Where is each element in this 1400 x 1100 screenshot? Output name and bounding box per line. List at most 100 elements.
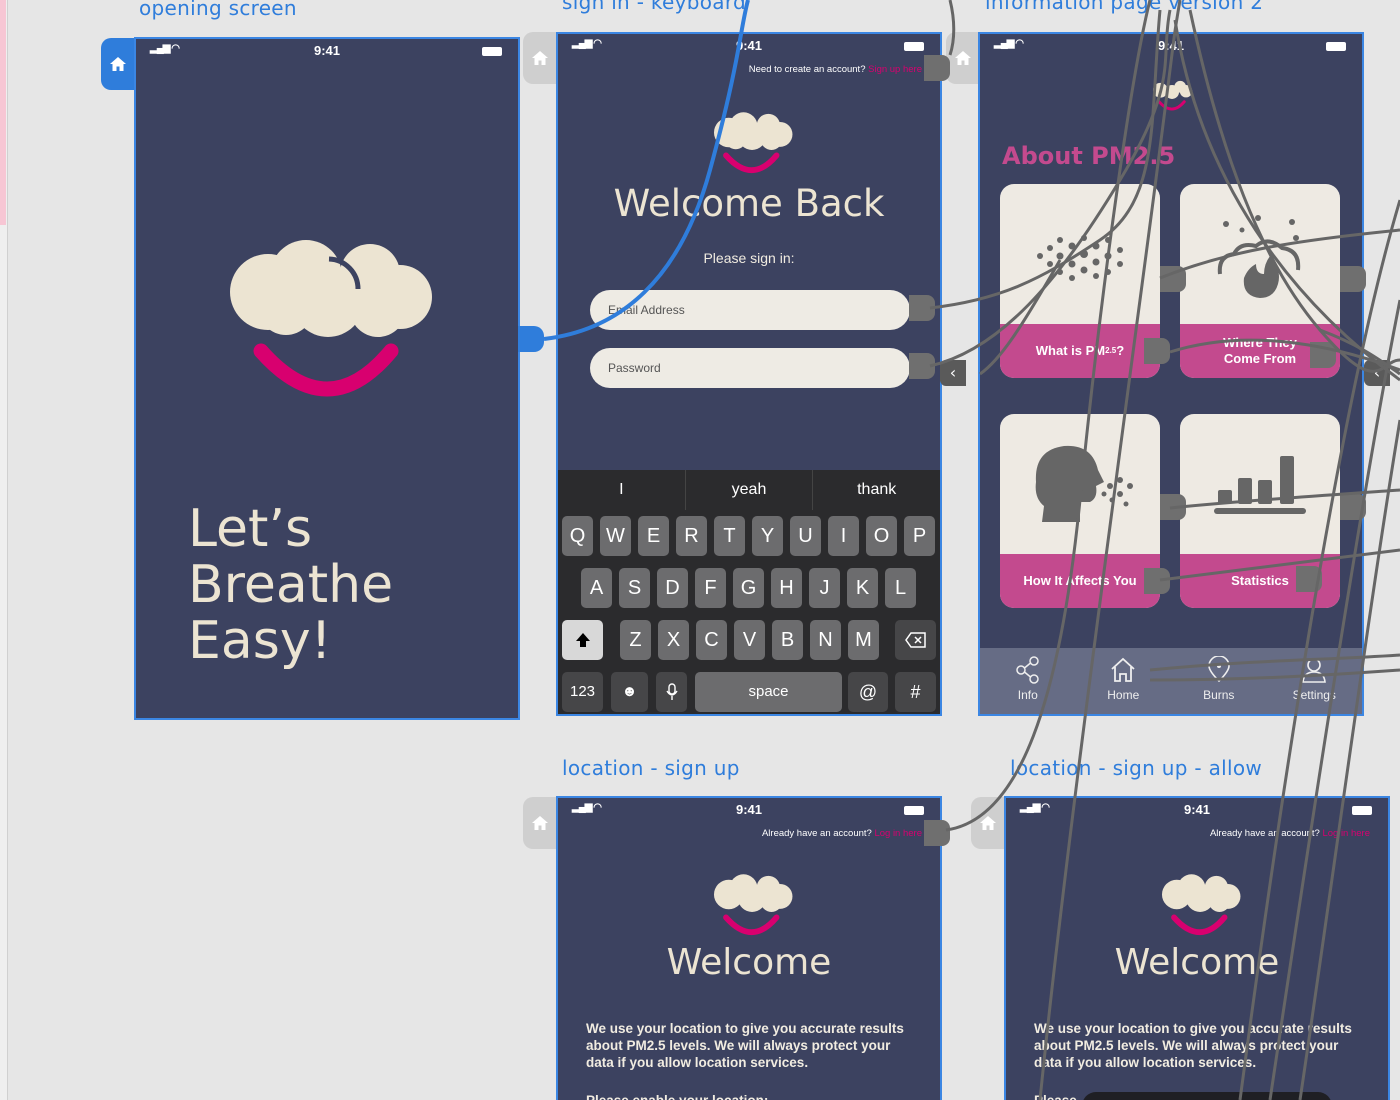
key-a[interactable]: A [581,568,612,608]
tab-label: Home [1107,688,1140,702]
key-t[interactable]: T [714,516,745,556]
artboard-label-location-allow[interactable]: location - sign up - allow [1010,756,1262,780]
login-prompt-text: Already have an account? [761,828,872,839]
key-n[interactable]: N [810,620,841,660]
battery-icon [904,806,924,815]
canvas-left-highlight [0,0,6,225]
artboard-label-signin[interactable]: sign in - keyboard [562,0,746,14]
at-key[interactable]: @ [848,672,888,712]
key-q[interactable]: Q [562,516,593,556]
prototype-link-handle[interactable] [1160,266,1186,292]
prototype-link-handle[interactable] [1340,266,1366,292]
cloud-smile-logo [1152,80,1193,111]
prototype-link-handle[interactable] [1144,568,1170,594]
key-s[interactable]: S [619,568,650,608]
key-l[interactable]: L [885,568,916,608]
key-u[interactable]: U [790,516,821,556]
shift-key[interactable] [562,620,603,660]
prototype-link-handle[interactable] [1310,342,1336,368]
key-r[interactable]: R [676,516,707,556]
phone-opening-screen[interactable]: ▂▄▆ ◠ 9:41 Let’s Breathe Easy! [134,37,520,720]
phone-location-allow[interactable]: ▂▄▆ ◠ 9:41 Already have an account? Log … [1004,796,1390,1100]
prototype-link-handle[interactable] [1160,494,1186,520]
home-screen-icon[interactable] [946,32,980,84]
tab-burns[interactable]: Burns [1171,648,1267,714]
key-z[interactable]: Z [620,620,651,660]
key-v[interactable]: V [734,620,765,660]
tab-info[interactable]: Info [980,648,1076,714]
location-permission-dialog[interactable] [1082,1092,1332,1100]
login-prompt: Already have an account? Log in here [762,828,922,839]
key-k[interactable]: K [847,568,878,608]
home-screen-icon[interactable] [523,32,557,84]
location-pin-icon [1207,656,1230,683]
prototype-link-handle[interactable] [909,295,935,321]
login-link[interactable]: Log in here [1322,828,1370,839]
tile-label: How It Affects You [1000,554,1160,608]
key-d[interactable]: D [657,568,688,608]
signup-link[interactable]: Sign up here [868,64,922,75]
phone-signin-keyboard[interactable]: ▂▄▆ ◠ 9:41 Need to create an account? Si… [556,32,942,716]
key-y[interactable]: Y [752,516,783,556]
key-x[interactable]: X [658,620,689,660]
artboard-label-info[interactable]: information page version 2 [985,0,1263,14]
key-m[interactable]: M [848,620,879,660]
prototype-link-handle[interactable] [924,820,950,846]
onscreen-keyboard[interactable]: I yeah thank QWERTYUIOP ASDFGHJKL ZXCVBN… [558,470,940,714]
prototype-link-handle[interactable] [1144,338,1170,364]
welcome-title: Welcome [1114,942,1280,983]
email-field[interactable]: Email Address [590,290,910,330]
prototype-link-handle[interactable] [1296,566,1322,592]
battery-icon [1326,42,1346,51]
status-bar: ▂▄▆ ◠ 9:41 [136,39,518,63]
tab-label: Burns [1203,688,1235,702]
back-arrow-connector-icon[interactable]: ‹ [940,360,966,386]
home-icon [1111,657,1135,682]
signin-subtitle: Please sign in: [703,250,795,266]
phone-information-page[interactable]: ▂▄▆ ◠ 9:41 About PM2.5 What is PM2.5 ? [978,32,1364,716]
key-p[interactable]: P [904,516,935,556]
space-key[interactable]: space [695,672,842,712]
backspace-key[interactable] [895,620,936,660]
home-screen-icon[interactable] [523,797,557,849]
suggestion-item[interactable]: yeah [686,470,814,510]
selected-link-handle[interactable] [518,326,544,352]
cloud-smile-logo [1161,874,1241,935]
key-f[interactable]: F [695,568,726,608]
microphone-key-icon[interactable] [656,672,687,712]
battery-icon [904,42,924,51]
password-field[interactable]: Password [590,348,910,388]
artboard-label-opening[interactable]: opening screen [139,0,297,20]
hash-key[interactable]: # [895,672,936,712]
numbers-key[interactable]: 123 [562,672,603,712]
key-o[interactable]: O [866,516,897,556]
key-j[interactable]: J [809,568,840,608]
phone-location-signup[interactable]: ▂▄▆ ◠ 9:41 Already have an account? Log … [556,796,942,1100]
prototype-link-handle[interactable] [909,353,935,379]
prototype-link-handle[interactable] [924,55,950,81]
key-h[interactable]: H [771,568,802,608]
prototype-link-handle[interactable] [1340,494,1366,520]
key-i[interactable]: I [828,516,859,556]
key-b[interactable]: B [772,620,803,660]
key-w[interactable]: W [600,516,631,556]
login-link[interactable]: Log in here [874,828,922,839]
key-e[interactable]: E [638,516,669,556]
home-screen-icon[interactable] [101,38,135,90]
suggestion-item[interactable]: I [558,470,686,510]
login-prompt: Already have an account? Log in here [1210,828,1370,839]
suggestion-item[interactable]: thank [813,470,940,510]
tile-how-it-affects-you[interactable]: How It Affects You [1000,414,1160,608]
back-arrow-connector-icon[interactable]: ‹ [1364,360,1390,386]
tab-settings[interactable]: Settings [1267,648,1363,714]
key-g[interactable]: G [733,568,764,608]
status-bar: ▂▄▆ ◠ 9:41 [980,34,1362,58]
emoji-key-icon[interactable]: ☻ [611,672,648,712]
welcome-title: Welcome [666,942,832,983]
status-time: 9:41 [1183,802,1211,817]
key-c[interactable]: C [696,620,727,660]
home-screen-icon[interactable] [971,797,1005,849]
tab-home[interactable]: Home [1076,648,1172,714]
tile-what-is-pm[interactable]: What is PM 2.5 ? [1000,184,1160,378]
artboard-label-location-signup[interactable]: location - sign up [562,756,740,780]
